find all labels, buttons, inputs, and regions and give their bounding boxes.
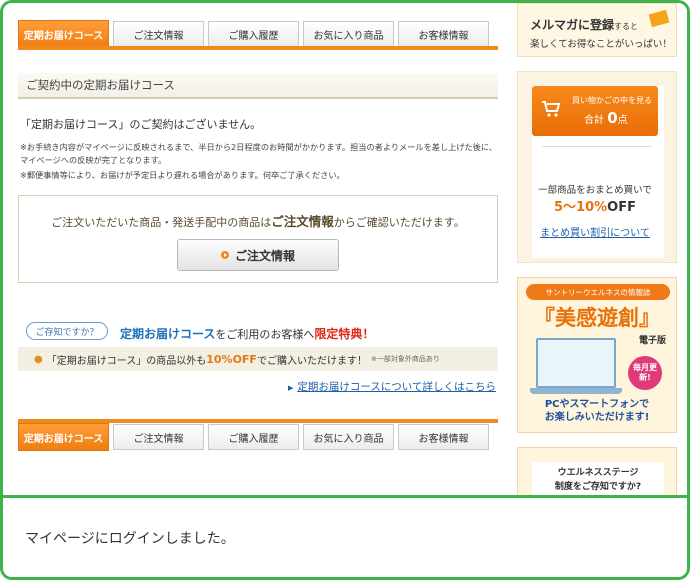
tab-customer-info[interactable]: お客様情報	[398, 21, 489, 47]
inquiry-text-before: ご注文いただいた商品・発送手配中の商品は	[51, 216, 272, 229]
bulk-discount-rate: 5～10%OFF	[532, 196, 658, 215]
tab-favorites-bottom[interactable]: お気に入り商品	[303, 424, 394, 450]
promo-title: 定期お届けコースをご利用のお客様へ限定特典！	[120, 325, 374, 342]
cart-widget-inner: 買い物かごの中を見る 合計 0点 一部商品をおまとめ買いで 5～10%OFF ま…	[532, 86, 664, 258]
inquiry-text-bold: ご注文情報	[271, 214, 334, 229]
sidebar: メルマガに登録すると 楽しくてお得なことがいっぱい！ 買い物かごの中を見る 合計…	[517, 3, 677, 495]
promo-band-small: ※一部対象外商品あり	[370, 355, 440, 363]
promo-band-after: でご購入いただけます！	[256, 355, 367, 367]
tab-order-info[interactable]: ご注文情報	[113, 21, 204, 47]
ebook-footer-line2: お楽しみいただけます!	[544, 412, 650, 423]
tab-purchase-history-bottom[interactable]: ご購入履歴	[208, 424, 299, 450]
arrow-right-icon: ▶	[287, 384, 294, 392]
cart-total-unit: 点	[617, 115, 628, 126]
ebook-subtitle: 電子版	[638, 336, 666, 346]
mailmag-line2: 楽しくてお得なことがいっぱい！	[530, 39, 672, 50]
laptop-base-icon	[530, 388, 622, 394]
promo-band-off: 10%OFF	[206, 352, 257, 366]
cart-icon	[542, 101, 561, 117]
inquiry-text-after: からご確認いただけます。	[333, 216, 465, 229]
toast-message: マイページにログインしました。	[25, 531, 235, 547]
view-cart-button[interactable]: 買い物かごの中を見る 合計 0点	[532, 86, 658, 136]
promo-band-before: 「定期お届けコース」の商品以外も	[46, 355, 207, 367]
section-title: ご契約中の定期お届けコース	[18, 73, 498, 99]
tab-subscription-bottom[interactable]: 定期お届けコース	[18, 423, 109, 451]
tab-bar-top: 定期お届けコース ご注文情報 ご購入履歴 お気に入り商品 お客様情報	[18, 18, 498, 48]
tab-underline-top	[18, 46, 498, 50]
ebook-footer: PCやスマートフォンで お楽しみいただけます!	[518, 398, 676, 424]
tab-purchase-history[interactable]: ご購入履歴	[208, 21, 299, 47]
device-frame: 定期お届けコース ご注文情報 ご購入履歴 お気に入り商品 お客様情報 ご契約中の…	[0, 0, 690, 580]
bulk-discount-link[interactable]: まとめ買い割引について	[532, 224, 658, 239]
wellness-stage-text: ウエルネスステージ 制度をご存知ですか?	[532, 462, 664, 495]
note-reflection-time: ※お手続き内容がマイページに反映されるまで、半日から2日程度のお時間がかかります…	[20, 142, 498, 165]
bulk-discount-percent: 5～10%	[554, 200, 608, 215]
promo-title-course: 定期お届けコース	[120, 327, 216, 341]
cart-total: 合計 0点	[584, 109, 628, 127]
did-you-know-badge: ご存知ですか？	[26, 322, 108, 340]
tab-favorites[interactable]: お気に入り商品	[303, 21, 394, 47]
monthly-update-badge: 毎月更新!	[628, 356, 662, 390]
subscription-details-link-text: 定期お届けコースについて詳しくはこちら	[297, 381, 496, 393]
laptop-icon	[536, 338, 616, 388]
ebook-header: サントリーウエルネスの情報誌	[526, 284, 670, 300]
view-cart-label: 買い物かごの中を見る	[572, 96, 652, 105]
divider	[542, 146, 652, 147]
mailmag-line1: メルマガに登録すると	[530, 16, 638, 33]
subscription-details-link[interactable]: ▶ 定期お届けコースについて詳しくはこちら	[288, 379, 496, 394]
promo-title-special: 限定特典！	[314, 327, 375, 341]
login-toast: マイページにログインしました。	[3, 495, 687, 577]
order-inquiry-text: ご注文いただいた商品・発送手配中の商品はご注文情報からご確認いただけます。	[19, 211, 497, 230]
ebook-title: 『美感遊創』	[534, 305, 660, 330]
mailmag-line1-main: メルマガに登録	[530, 18, 615, 32]
envelope-icon	[648, 9, 670, 28]
cart-total-value: 0	[607, 109, 618, 127]
tab-customer-info-bottom[interactable]: お客様情報	[398, 424, 489, 450]
cart-total-label: 合計	[584, 115, 604, 126]
ebook-footer-line1: PCやスマートフォンで	[544, 399, 650, 410]
bullet-icon: ●	[34, 353, 43, 365]
tab-order-info-bottom[interactable]: ご注文情報	[113, 424, 204, 450]
ebook-banner[interactable]: サントリーウエルネスの情報誌 『美感遊創』 電子版 毎月更新! PCやスマートフ…	[517, 277, 677, 433]
bulk-discount-off: OFF	[607, 200, 636, 215]
order-info-button[interactable]: ご注文情報	[177, 239, 339, 271]
tab-subscription[interactable]: 定期お届けコース	[18, 20, 109, 48]
promo-discount-band: ● 「定期お届けコース」の商品以外も 10%OFF でご購入いただけます！ ※一部対象…	[18, 347, 498, 371]
bulk-discount-text: 一部商品をおまとめ買いで	[538, 185, 652, 196]
mailmag-line1-small: すると	[614, 22, 639, 31]
wellness-stage-banner[interactable]: ウエルネスステージ 制度をご存知ですか?	[517, 447, 677, 495]
order-inquiry-box: ご注文いただいた商品・発送手配中の商品はご注文情報からご確認いただけます。 ご注…	[18, 195, 498, 283]
cart-widget: 買い物かごの中を見る 合計 0点 一部商品をおまとめ買いで 5～10%OFF ま…	[517, 71, 677, 263]
wellness-line1: ウエルネスステージ	[557, 468, 639, 478]
promo-title-mid: をご利用のお客様へ	[215, 328, 315, 341]
order-info-button-label: ご注文情報	[234, 248, 295, 263]
tab-bar-bottom: 定期お届けコース ご注文情報 ご購入履歴 お気に入り商品 お客様情報	[18, 421, 498, 451]
arrow-circle-icon	[220, 251, 229, 259]
no-subscription-notice: 「定期お届けコース」のご契約はございません。	[20, 118, 262, 131]
wellness-line2: 制度をご存知ですか?	[554, 482, 642, 492]
mypage-screen: 定期お届けコース ご注文情報 ご購入履歴 お気に入り商品 お客様情報 ご契約中の…	[3, 3, 687, 495]
note-delivery-delay: ※郵便事情等により、お届けが予定日より遅れる場合があります。何卒ご了承ください。	[20, 170, 345, 180]
mailmag-banner[interactable]: メルマガに登録すると 楽しくてお得なことがいっぱい！	[517, 3, 677, 57]
